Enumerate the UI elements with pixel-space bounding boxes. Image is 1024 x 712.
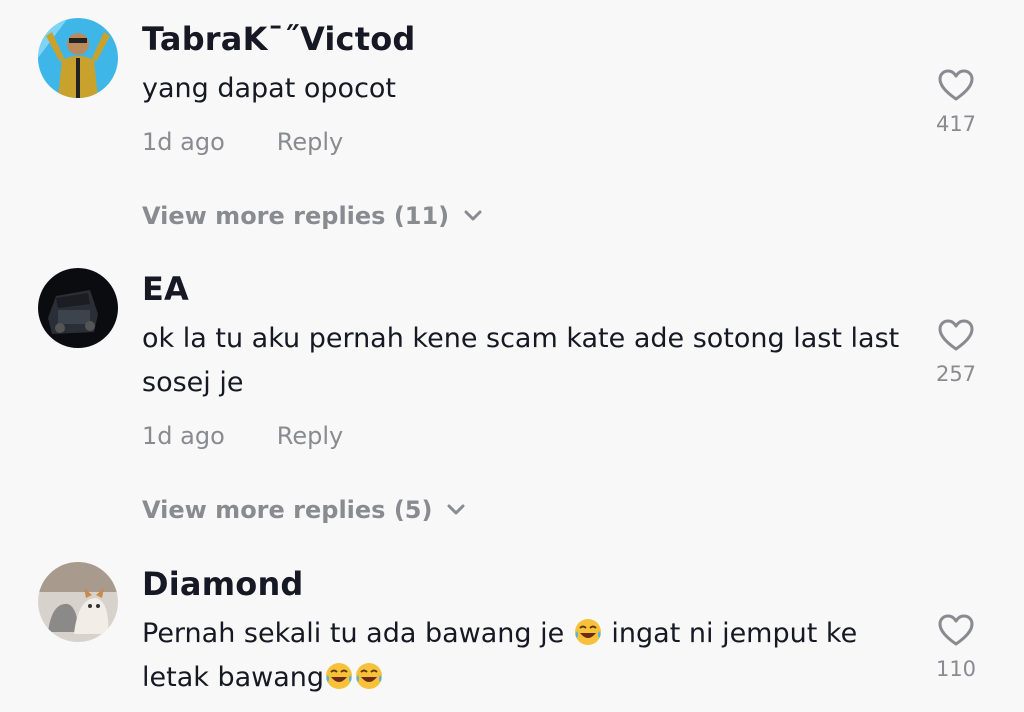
laughing-emoji-icon bbox=[356, 663, 383, 689]
comment-item: EA ok la tu aku pernah kene scam kate ad… bbox=[0, 250, 1024, 545]
like-count: 257 bbox=[935, 362, 977, 386]
view-more-replies-button[interactable]: View more replies (11) bbox=[142, 202, 483, 230]
timestamp: 1d ago bbox=[142, 422, 225, 450]
like-count: 110 bbox=[935, 657, 977, 681]
heart-icon bbox=[938, 614, 974, 646]
heart-icon bbox=[938, 319, 974, 351]
username[interactable]: Diamond bbox=[142, 565, 304, 603]
comment-text: Pernah sekali tu ada bawang je ingat ni … bbox=[142, 612, 902, 700]
comment-text: yang dapat opocot bbox=[142, 73, 397, 104]
chevron-down-icon bbox=[447, 504, 465, 515]
view-more-label: View more replies (11) bbox=[142, 202, 450, 230]
like-button[interactable]: 257 bbox=[922, 318, 990, 386]
chevron-down-icon bbox=[464, 210, 482, 221]
like-button[interactable]: 110 bbox=[922, 613, 990, 681]
like-button[interactable]: 417 bbox=[922, 68, 990, 136]
view-more-replies-button[interactable]: View more replies (5) bbox=[142, 496, 466, 524]
avatar[interactable] bbox=[38, 562, 118, 642]
view-more-label: View more replies (5) bbox=[142, 496, 433, 524]
reply-button[interactable]: Reply bbox=[277, 422, 343, 450]
username[interactable]: EA bbox=[142, 270, 189, 308]
heart-icon bbox=[938, 69, 974, 101]
comment-text: ok la tu aku pernah kene scam kate ade s… bbox=[142, 323, 900, 398]
laughing-emoji-icon bbox=[326, 663, 353, 689]
username[interactable]: TabraK¯˝Victod bbox=[142, 20, 416, 58]
like-count: 417 bbox=[935, 112, 977, 136]
comment-item: Diamond Pernah sekali tu ada bawang je i… bbox=[0, 545, 1024, 712]
comment-meta: 1d ago Reply bbox=[142, 422, 343, 450]
laughing-emoji-icon bbox=[574, 619, 601, 645]
avatar[interactable] bbox=[38, 18, 118, 98]
avatar[interactable] bbox=[38, 268, 118, 348]
comment-item: TabraK¯˝Victod yang dapat opocot 1d ago R… bbox=[0, 0, 1024, 250]
comment-text-part: Pernah sekali tu ada bawang je bbox=[142, 618, 573, 649]
comment-meta: 1d ago Reply bbox=[142, 128, 343, 156]
timestamp: 1d ago bbox=[142, 128, 225, 156]
reply-button[interactable]: Reply bbox=[277, 128, 343, 156]
